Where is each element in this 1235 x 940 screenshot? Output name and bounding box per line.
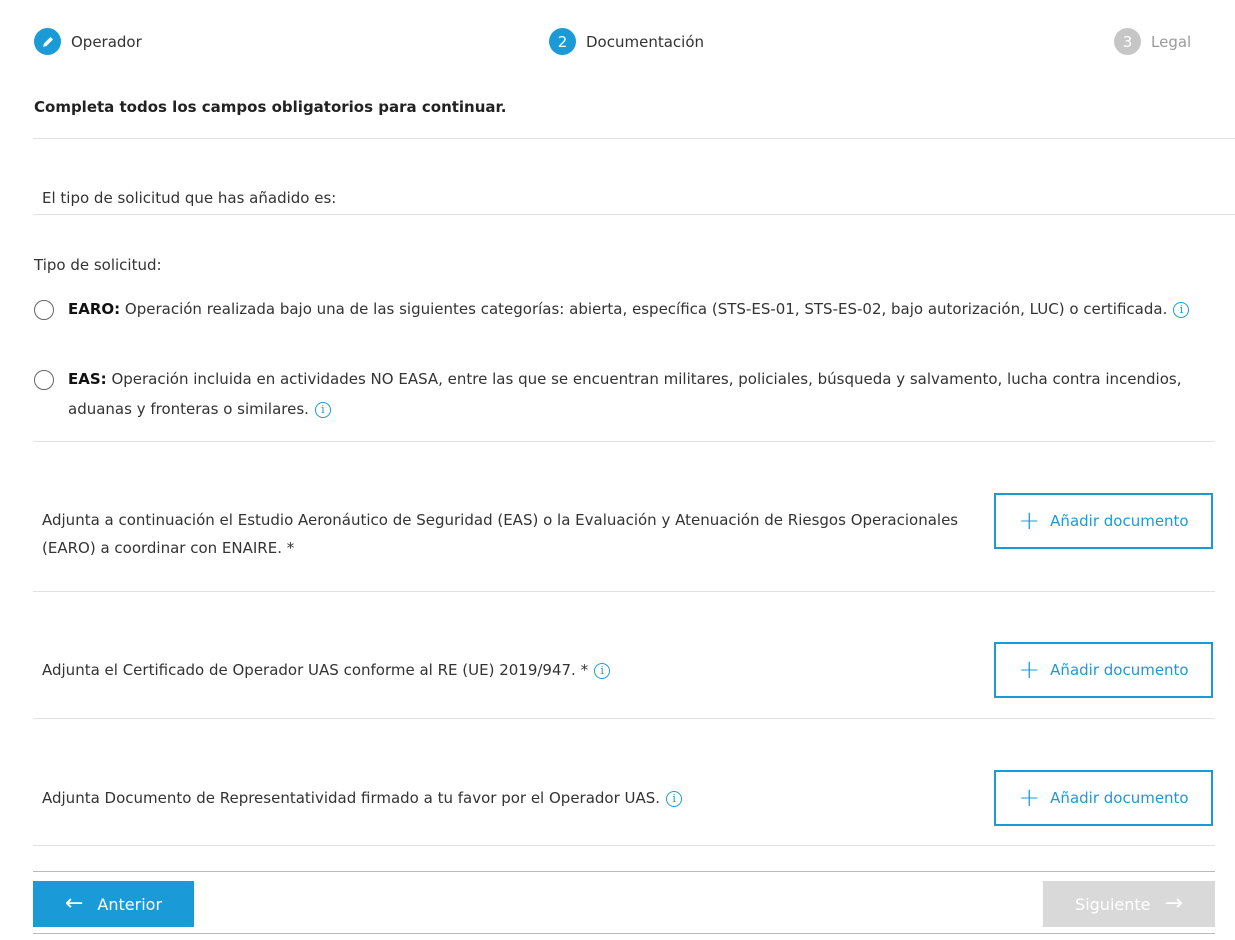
document-row-eas-earo: Adjunta a continuación el Estudio Aeroná… — [42, 506, 982, 562]
radio-option-eas[interactable]: EAS: Operación incluida en actividades N… — [34, 368, 1228, 424]
previous-button[interactable]: ← Anterior — [33, 881, 194, 927]
info-icon[interactable]: i — [666, 790, 683, 807]
footer-divider — [33, 871, 1215, 872]
option-title: EAS: — [68, 370, 107, 388]
option-text: Operación incluida en actividades NO EAS… — [68, 370, 1182, 418]
request-type-label: Tipo de solicitud: — [34, 256, 162, 274]
radio-button-earo[interactable] — [34, 300, 54, 320]
document-description: Adjunta a continuación el Estudio Aeroná… — [42, 511, 959, 557]
next-button[interactable]: Siguiente → — [1043, 881, 1215, 927]
add-document-button[interactable]: + Añadir documento — [994, 770, 1213, 826]
add-document-button[interactable]: + Añadir documento — [994, 642, 1213, 698]
radio-label-earo: EARO: Operación realizada bajo una de la… — [68, 294, 1228, 324]
option-text: Operación realizada bajo una de las sigu… — [120, 300, 1168, 318]
next-label: Siguiente — [1075, 894, 1151, 914]
radio-label-eas: EAS: Operación incluida en actividades N… — [68, 364, 1228, 424]
divider — [33, 718, 1215, 719]
step-documentacion[interactable]: 2 Documentación — [549, 28, 704, 55]
divider — [33, 591, 1215, 592]
step-label: Documentación — [586, 32, 705, 51]
step-label: Legal — [1151, 32, 1192, 51]
document-row-representation: Adjunta Documento de Representatividad f… — [42, 784, 982, 812]
add-document-button[interactable]: + Añadir documento — [994, 493, 1213, 549]
footer-bottom-divider — [33, 933, 1215, 934]
step-number: 2 — [549, 28, 576, 55]
pencil-icon — [34, 28, 61, 55]
previous-label: Anterior — [97, 894, 163, 914]
add-document-label: Añadir documento — [1050, 661, 1189, 679]
divider — [33, 441, 1215, 442]
info-icon[interactable]: i — [1173, 301, 1190, 318]
info-icon[interactable]: i — [314, 401, 331, 418]
info-icon[interactable]: i — [594, 662, 611, 679]
add-document-label: Añadir documento — [1050, 512, 1189, 530]
document-description: Adjunta Documento de Representatividad f… — [42, 789, 661, 807]
radio-option-earo[interactable]: EARO: Operación realizada bajo una de la… — [34, 298, 1228, 324]
radio-button-eas[interactable] — [34, 370, 54, 390]
step-label: Operador — [71, 32, 142, 51]
divider — [33, 214, 1235, 215]
document-row-certificate: Adjunta el Certificado de Operador UAS c… — [42, 656, 982, 684]
step-number: 3 — [1114, 28, 1141, 55]
divider — [33, 138, 1235, 139]
add-document-label: Añadir documento — [1050, 789, 1189, 807]
plus-icon: + — [1018, 783, 1041, 813]
step-operador[interactable]: Operador — [34, 28, 142, 55]
arrow-right-icon: → — [1164, 891, 1183, 916]
arrow-left-icon: ← — [64, 891, 84, 916]
form-instructions: Completa todos los campos obligatorios p… — [34, 98, 507, 116]
request-type-intro: El tipo de solicitud que has añadido es: — [42, 189, 337, 207]
plus-icon: + — [1018, 655, 1041, 685]
step-legal: 3 Legal — [1114, 28, 1191, 55]
option-title: EARO: — [68, 300, 121, 318]
plus-icon: + — [1018, 506, 1041, 536]
document-description: Adjunta el Certificado de Operador UAS c… — [42, 661, 589, 679]
divider — [33, 845, 1215, 846]
